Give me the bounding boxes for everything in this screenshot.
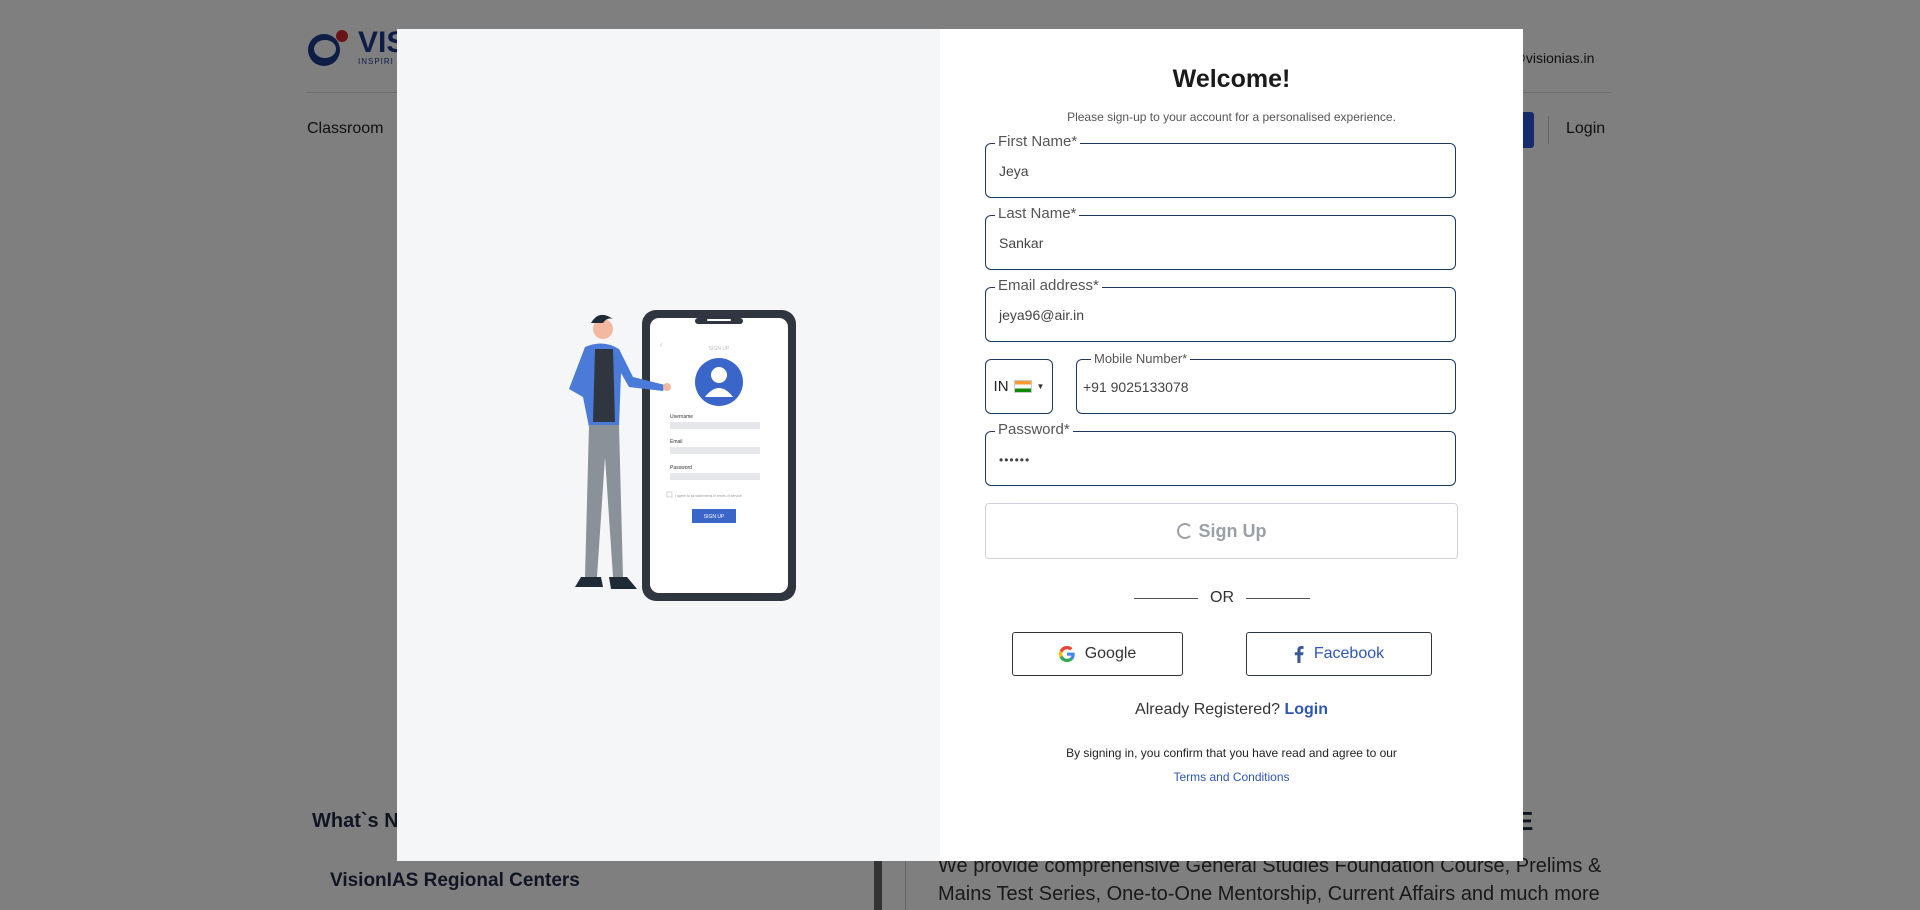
phone-email-label: Email [670,439,683,445]
google-signin-button[interactable]: Google [1012,632,1183,676]
modal-illustration-panel: SIGN UP ‹ Username Email Password I agre… [397,29,940,861]
phone-username-label: Username [670,414,693,420]
or-line-left [1134,597,1198,599]
first-name-field[interactable]: First Name* Jeya [985,133,1456,198]
already-registered-text: Already Registered? [1135,701,1280,718]
or-line-right [1246,597,1310,599]
signup-button[interactable]: Sign Up [985,503,1458,559]
last-name-field[interactable]: Last Name* Sankar [985,205,1456,270]
loading-spinner-icon [1176,523,1193,539]
mobile-number-label: Mobile Number* [1091,351,1191,366]
signup-button-label: Sign Up [1198,520,1267,541]
mobile-number-value[interactable]: +91 9025133078 [1083,379,1189,395]
terms-and-conditions-link[interactable]: Terms and Conditions [940,770,1523,784]
svg-text:‹: ‹ [660,340,663,349]
google-label: Google [1084,645,1137,662]
person-pants [585,425,623,577]
phone-title: SIGN UP [709,346,730,352]
already-registered-row: Already Registered? Login [940,701,1523,719]
or-divider: OR [1134,589,1310,607]
welcome-subtitle: Please sign-up to your account for a per… [1067,110,1396,124]
mobile-number-field[interactable]: Mobile Number* +91 9025133078 [1076,351,1456,414]
facebook-signin-button[interactable]: Facebook [1246,632,1432,676]
signup-modal: SIGN UP ‹ Username Email Password I agre… [397,29,1523,861]
welcome-title: Welcome! [1172,65,1291,93]
phone-password-label: Password [670,465,692,471]
last-name-value[interactable]: Sankar [999,235,1043,251]
country-code-value: IN [993,378,1009,395]
email-value[interactable]: jeya96@air.in [999,307,1084,323]
google-icon [1058,646,1075,662]
first-name-label: First Name* [995,133,1081,150]
email-label: Email address* [995,277,1102,294]
password-field[interactable]: Password* •••••• [985,421,1456,486]
password-value[interactable]: •••••• [999,453,1030,467]
facebook-label: Facebook [1313,645,1385,662]
password-label: Password* [995,421,1073,438]
phone-signup-button-label: SIGN UP [704,514,725,520]
last-name-label: Last Name* [995,205,1080,222]
terms-text: By signing in, you confirm that you have… [1066,746,1397,760]
facebook-icon [1294,645,1304,663]
chevron-down-icon: ▼ [1036,382,1045,391]
email-field[interactable]: Email address* jeya96@air.in [985,277,1456,342]
phone-agree-text: I agree to all statements in terms of se… [675,494,742,498]
signup-illustration: SIGN UP ‹ Username Email Password I agre… [569,310,796,601]
login-link[interactable]: Login [1284,701,1328,718]
or-label: OR [1210,589,1234,606]
first-name-value[interactable]: Jeya [999,163,1029,179]
country-code-select[interactable]: IN ▼ [985,359,1053,414]
india-flag-icon [1013,380,1032,393]
